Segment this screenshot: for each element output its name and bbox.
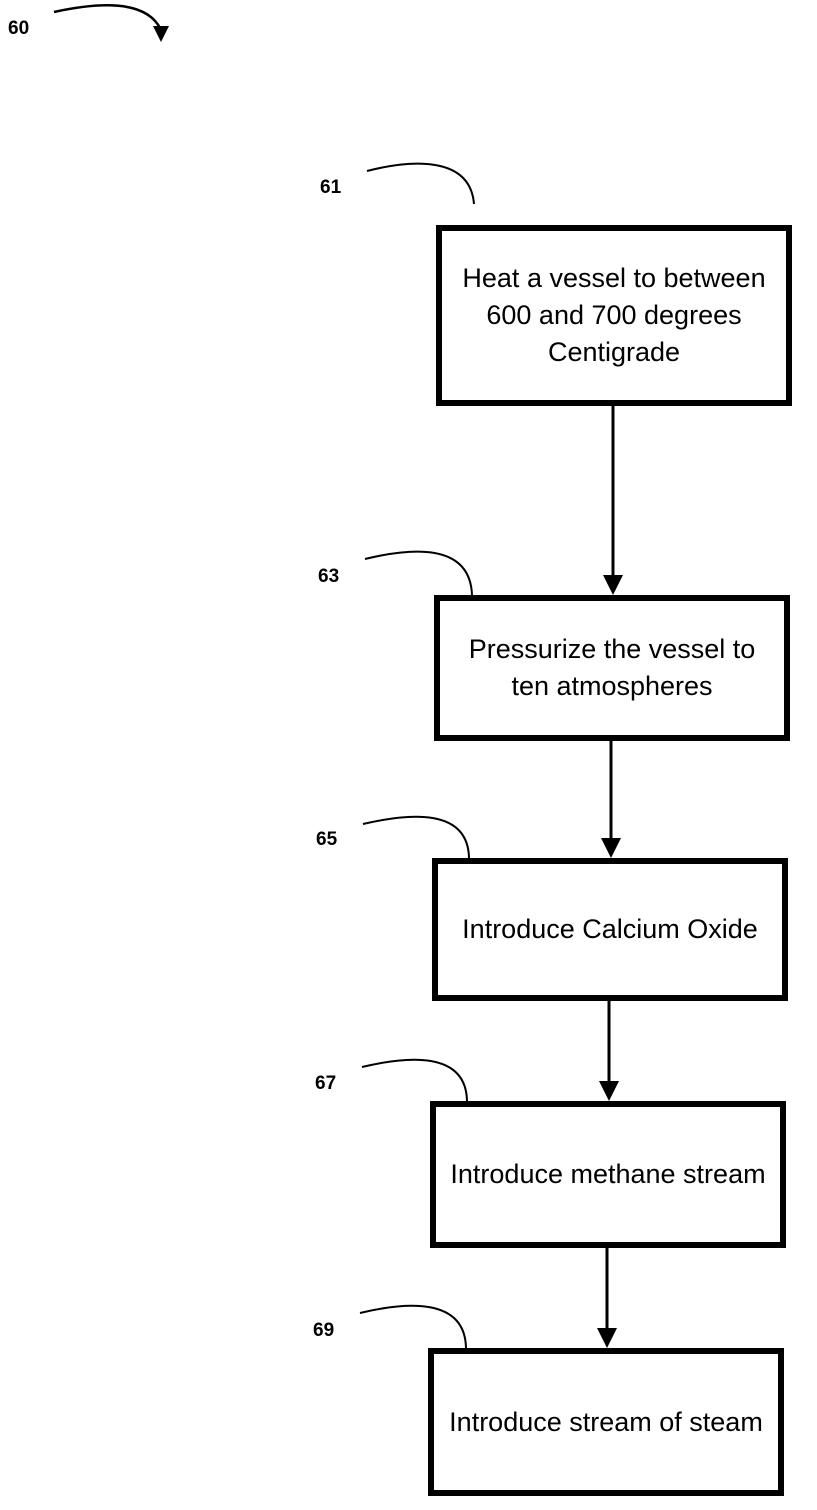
step-box-heat: Heat a vessel to between 600 and 700 deg…	[436, 225, 792, 406]
arrow-head-2	[601, 838, 621, 858]
step-box-pressurize: Pressurize the vessel to ten atmospheres	[434, 595, 790, 741]
figure-arrow-head	[153, 26, 169, 42]
step-ref-label: 67	[315, 1073, 337, 1094]
step-ref-label: 65	[316, 829, 338, 850]
step-ref-label: 63	[318, 566, 340, 587]
step-text: Heat a vessel to between 600 and 700 deg…	[462, 263, 766, 367]
step-box-steam: Introduce stream of steam	[428, 1348, 784, 1496]
leader-61	[366, 162, 475, 205]
figure-ref-label: 60	[8, 18, 30, 39]
step-text: Pressurize the vessel to ten atmospheres	[468, 634, 756, 701]
step-text: Introduce Calcium Oxide	[462, 914, 758, 944]
leader-69	[359, 1304, 467, 1349]
step-text: Introduce methane stream	[450, 1159, 766, 1189]
step-ref-label: 69	[313, 1320, 335, 1341]
leader-67	[361, 1058, 468, 1102]
leader-65	[362, 815, 470, 859]
step-box-methane: Introduce methane stream	[430, 1101, 786, 1248]
arrow-head-1	[603, 575, 623, 595]
arrow-head-4	[597, 1328, 617, 1348]
figure-ref-leader	[53, 4, 162, 29]
leader-63	[364, 550, 473, 596]
arrow-head-3	[599, 1081, 619, 1101]
step-text: Introduce stream of steam	[449, 1406, 763, 1437]
step-ref-label: 61	[320, 177, 342, 198]
step-box-calcium-oxide: Introduce Calcium Oxide	[432, 858, 788, 1001]
